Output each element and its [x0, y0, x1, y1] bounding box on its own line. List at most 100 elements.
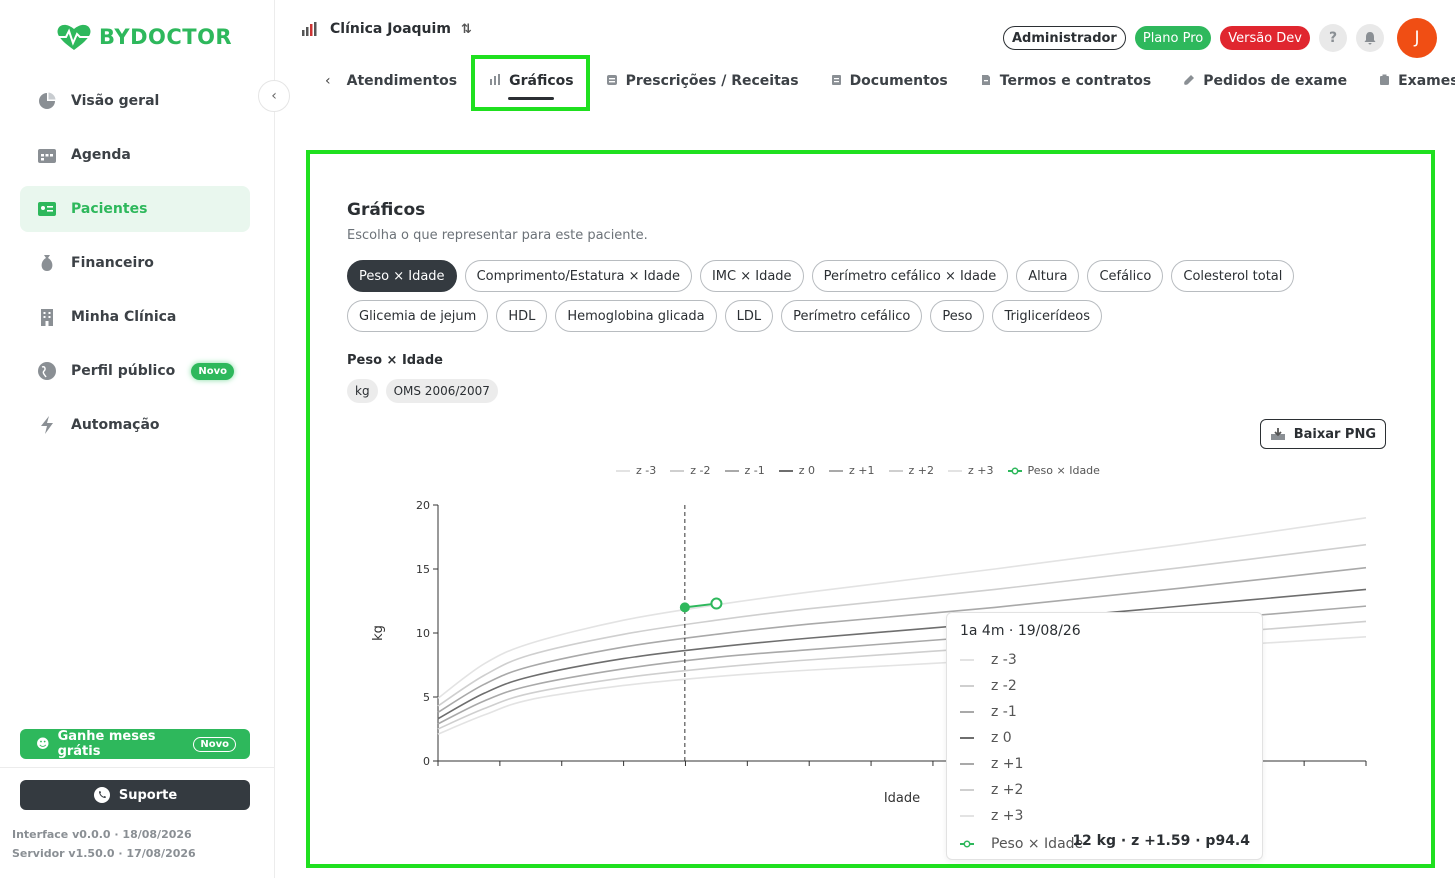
whatsapp-icon: [93, 787, 110, 803]
sidebar-item-label: Agenda: [71, 147, 131, 163]
tooltip-series-label: z -1: [991, 704, 1017, 720]
y-tick-label: 5: [423, 691, 430, 704]
exam-icon: [1379, 74, 1390, 89]
tooltip-row: z +2: [960, 780, 1023, 800]
version-badge[interactable]: Versão Dev: [1220, 26, 1310, 50]
sidebar-item-label: Perfil público: [71, 363, 176, 379]
brand-name: BYDOCTOR: [99, 25, 233, 49]
chevron-left-icon: ‹: [271, 88, 277, 104]
money-bag-icon: [37, 253, 57, 273]
tab-label: Exames: [1398, 73, 1455, 89]
test-tube-icon: [1183, 74, 1195, 89]
collapse-sidebar-button[interactable]: ‹: [258, 80, 290, 112]
new-badge: Novo: [191, 362, 234, 380]
sidebar-item-automa-o[interactable]: Automação: [20, 402, 250, 448]
y-tick-label: 0: [423, 755, 430, 768]
tooltip-marker: [960, 659, 974, 661]
tooltip-marker: [960, 685, 974, 687]
sidebar-item-pacientes[interactable]: Pacientes: [20, 186, 250, 232]
new-badge: Novo: [193, 736, 236, 752]
pie-chart-icon: [37, 91, 57, 111]
tooltip-row: z +3: [960, 806, 1023, 826]
user-avatar[interactable]: J: [1397, 18, 1437, 58]
active-tab-highlight: [471, 55, 590, 111]
x-axis-label: Idade: [884, 791, 920, 806]
clinic-switcher[interactable]: Clínica Joaquim ⇅: [300, 20, 472, 38]
tooltip-marker: [960, 789, 974, 791]
tooltip-series-label: z 0: [991, 730, 1012, 746]
patient-point-active: [679, 602, 690, 613]
sidebar: BYDOCTOR Visão geral Agenda Pacientes Finan…: [0, 0, 275, 878]
sidebar-item-label: Visão geral: [71, 93, 160, 109]
tooltip-row: z -1: [960, 702, 1017, 722]
tooltip-series-label: Peso × Idade: [991, 836, 1084, 852]
calendar-icon: [37, 145, 57, 165]
sidebar-item-label: Automação: [71, 417, 160, 433]
role-badge[interactable]: Administrador: [1002, 26, 1126, 50]
server-version: Servidor v1.50.0 · 17/08/2026: [12, 847, 196, 860]
tooltip-row: z -2: [960, 676, 1017, 696]
id-card-icon: [37, 199, 57, 219]
tooltip-marker: [960, 840, 974, 848]
app-root: BYDOCTOR Visão geral Agenda Pacientes Finan…: [0, 0, 1455, 878]
sidebar-item-label: Pacientes: [71, 201, 148, 217]
tooltip-marker: [960, 815, 974, 817]
charts-panel: Gráficos Escolha o que representar para …: [306, 150, 1435, 868]
tab-label: Pedidos de exame: [1203, 73, 1348, 89]
tab-label: Documentos: [849, 73, 948, 89]
tooltip-row: z +1: [960, 754, 1023, 774]
tooltip-row: Peso × Idade: [960, 834, 1083, 854]
globe-icon: [37, 361, 57, 381]
sidebar-item-label: Financeiro: [71, 255, 154, 271]
clinic-name: Clínica Joaquim: [330, 21, 451, 37]
contract-icon: [980, 74, 992, 89]
heartbeat-logo-icon: [57, 24, 91, 50]
tab-pedidos-de-exame[interactable]: Pedidos de exame: [1167, 56, 1363, 106]
sidebar-item-agenda[interactable]: Agenda: [20, 132, 250, 178]
help-icon[interactable]: ?: [1319, 24, 1347, 52]
tooltip-series-label: z +1: [991, 756, 1024, 772]
document-icon: [831, 74, 842, 89]
chart-tooltip: 1a 4m · 19/08/26 z -3 z -2 z -1 z 0 z +1 z +2…: [946, 612, 1263, 860]
tab-label: Termos e contratos: [999, 73, 1152, 89]
plan-badge[interactable]: Plano Pro: [1134, 26, 1212, 50]
sidebar-item-minha-cl-nica[interactable]: Minha Clínica: [20, 294, 250, 340]
prescription-icon: [606, 74, 618, 89]
sidebar-item-label: Minha Clínica: [71, 309, 177, 325]
y-axis-label: kg: [371, 625, 386, 641]
bell-icon[interactable]: [1356, 24, 1384, 52]
clinic-chart-icon: [302, 22, 317, 36]
sidebar-divider: [0, 767, 275, 768]
interface-version: Interface v0.0.0 · 18/08/2026: [12, 828, 192, 841]
gift-icon: ☻: [36, 736, 50, 752]
sidebar-item-perfil-p-blico[interactable]: Perfil público Novo: [20, 348, 250, 394]
tooltip-series-label: z +2: [991, 782, 1024, 798]
tooltip-value: 12 kg · z +1.59 · p94.4: [1072, 833, 1250, 849]
header-actions: Administrador Plano Pro Versão Dev ? J: [1002, 18, 1437, 58]
free-months-label: Ganhe meses grátis: [57, 729, 156, 759]
sidebar-nav: Visão geral Agenda Pacientes Financeiro Minh…: [20, 78, 250, 456]
sidebar-item-vis-o-geral[interactable]: Visão geral: [20, 78, 250, 124]
free-months-button[interactable]: ☻ Ganhe meses grátis Novo: [20, 729, 250, 759]
tooltip-marker: [960, 737, 974, 739]
support-label: Suporte: [118, 787, 178, 803]
tooltip-row: z -3: [960, 650, 1017, 670]
tooltip-row: z 0: [960, 728, 1012, 748]
y-tick-label: 10: [416, 627, 430, 640]
y-tick-label: 20: [416, 499, 430, 512]
brand-logo[interactable]: BYDOCTOR: [55, 22, 232, 52]
support-button[interactable]: Suporte: [20, 780, 250, 810]
tab-label: Atendimentos: [346, 73, 458, 89]
tab-termos-e-contratos[interactable]: Termos e contratos: [964, 56, 1167, 106]
tooltip-title: 1a 4m · 19/08/26: [960, 623, 1081, 639]
tab-prescricoes-receitas[interactable]: Prescrições / Receitas: [590, 56, 815, 106]
sidebar-item-financeiro[interactable]: Financeiro: [20, 240, 250, 286]
tab-exames[interactable]: Exames: [1363, 56, 1455, 106]
tooltip-series-label: z -3: [991, 652, 1017, 668]
tooltip-series-label: z +3: [991, 808, 1024, 824]
building-icon: [37, 307, 57, 327]
tab-atendimentos[interactable]: Atendimentos: [331, 56, 474, 106]
tab-documentos[interactable]: Documentos: [815, 56, 964, 106]
tooltip-series-label: z -2: [991, 678, 1017, 694]
swap-arrows-icon: ⇅: [460, 21, 472, 37]
